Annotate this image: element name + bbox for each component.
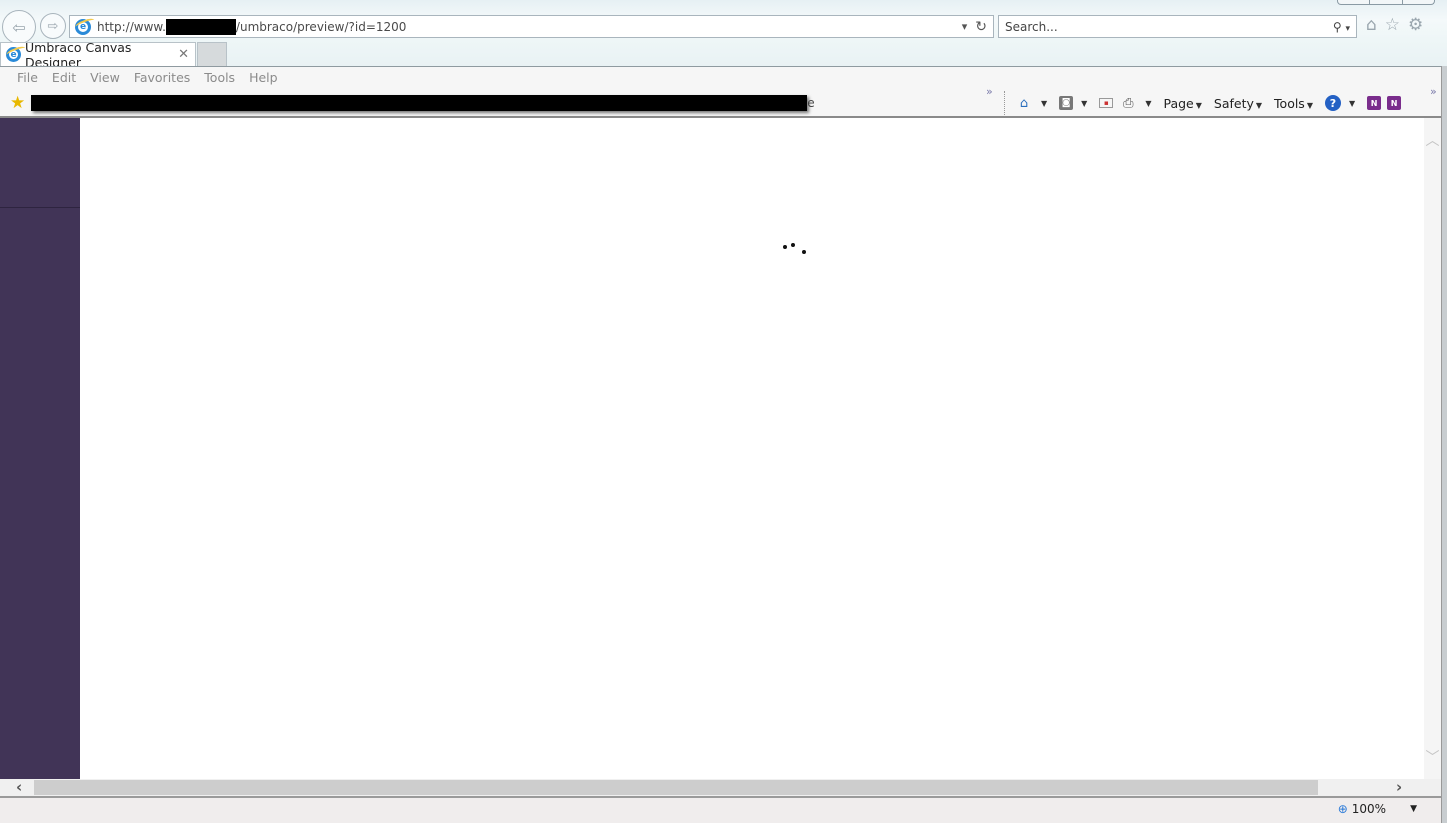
menu-help[interactable]: Help: [242, 70, 285, 85]
chevron-down-icon: ▼: [1255, 100, 1263, 110]
window-controls: [1337, 0, 1435, 5]
safety-menu[interactable]: Safety ▼: [1214, 96, 1268, 111]
favorites-overflow-icon[interactable]: »: [986, 85, 993, 98]
ie-page-icon: e: [75, 18, 91, 35]
loading-spinner: [782, 243, 808, 255]
menu-file[interactable]: File: [10, 70, 45, 85]
zoom-icon: ⊕: [1337, 802, 1348, 816]
address-prefix: http://www.: [97, 19, 166, 34]
zoom-level: 100%: [1351, 802, 1387, 816]
horizontal-scroll-thumb[interactable]: [34, 780, 1318, 795]
add-favorite-star-icon[interactable]: ★: [10, 93, 25, 113]
page-menu[interactable]: Page ▼: [1163, 96, 1207, 111]
scroll-up-icon[interactable]: ︿: [1424, 130, 1441, 150]
status-bar: ⊕ 100% ▼: [0, 796, 1441, 823]
read-mail-icon[interactable]: ▪: [1099, 98, 1114, 108]
menu-view[interactable]: View: [83, 70, 127, 85]
command-overflow-icon[interactable]: »: [1430, 85, 1437, 98]
spinner-dot: [802, 250, 806, 254]
horizontal-scrollbar[interactable]: ‹ ›: [0, 778, 1441, 796]
scroll-left-icon[interactable]: ‹: [16, 778, 22, 796]
print-dropdown-icon[interactable]: ▼: [1145, 99, 1151, 108]
refresh-icon[interactable]: ↻: [975, 19, 987, 35]
help-dropdown-icon[interactable]: ▼: [1349, 99, 1355, 108]
ie-tab-icon: e: [6, 47, 21, 62]
vertical-scrollbar[interactable]: ︿ ﹀: [1424, 118, 1441, 779]
tools-menu-label: Tools: [1274, 95, 1305, 111]
star-icon[interactable]: ☆: [1385, 15, 1400, 35]
toolbar-area: File Edit View Favorites Tools Help ★ e …: [0, 66, 1447, 118]
canvas-designer-sidebar: [0, 118, 80, 779]
home-dropdown-icon[interactable]: ▼: [1041, 99, 1047, 108]
tab-umbraco-canvas-designer[interactable]: e Umbraco Canvas Designer ✕: [0, 40, 196, 70]
redacted-domain: [165, 18, 236, 35]
close-tab-icon[interactable]: ✕: [178, 47, 189, 62]
redacted-favorites: [31, 95, 808, 111]
forward-button[interactable]: ⇨: [40, 13, 66, 39]
page-viewport: [0, 118, 1424, 779]
chevron-down-icon: ▼: [1195, 100, 1202, 110]
zoom-control[interactable]: ⊕ 100% ▼: [1338, 802, 1417, 816]
browser-chrome: ⇦ ⇨ e http://www. /umbraco/preview/?id=1…: [0, 0, 1447, 70]
spinner-dot: [791, 243, 795, 247]
search-input[interactable]: Search...: [1005, 20, 1058, 34]
new-tab-button[interactable]: [197, 42, 227, 66]
maximize-button[interactable]: [1370, 0, 1403, 4]
menu-tools[interactable]: Tools: [197, 70, 242, 85]
address-dropdown-icon[interactable]: ▾: [962, 20, 968, 33]
back-arrow-icon: ⇦: [12, 17, 26, 37]
rss-feed-icon[interactable]: ◙: [1059, 96, 1074, 110]
gear-icon[interactable]: ⚙: [1408, 15, 1423, 35]
window-border: [1441, 66, 1447, 823]
search-box[interactable]: Search... ⚲ ▾: [998, 15, 1357, 38]
menu-edit[interactable]: Edit: [45, 70, 83, 85]
scroll-right-icon[interactable]: ›: [1396, 778, 1402, 796]
address-suffix: /umbraco/preview/?id=1200: [235, 19, 407, 34]
search-dropdown-icon[interactable]: ▾: [1345, 24, 1350, 34]
page-menu-label: Page: [1163, 95, 1194, 111]
tools-menu[interactable]: Tools ▼: [1274, 96, 1319, 111]
linked-onenote-icon[interactable]: N: [1387, 96, 1402, 110]
tab-title: Umbraco Canvas Designer: [25, 39, 132, 70]
scroll-down-icon[interactable]: ﹀: [1424, 747, 1441, 767]
sidebar-divider: [0, 207, 80, 208]
safety-menu-label: Safety: [1213, 95, 1254, 111]
close-window-button[interactable]: [1403, 0, 1434, 4]
help-icon[interactable]: ?: [1324, 95, 1341, 111]
send-to-onenote-icon[interactable]: N: [1367, 96, 1382, 110]
home-icon[interactable]: ⌂: [1366, 15, 1377, 35]
home-icon[interactable]: ⌂: [1015, 94, 1033, 112]
menu-bar: File Edit View Favorites Tools Help: [10, 70, 285, 85]
favorites-tail-text: e: [807, 96, 815, 110]
chevron-down-icon: ▼: [1306, 100, 1313, 110]
rss-dropdown-icon[interactable]: ▼: [1081, 99, 1087, 108]
spinner-dot: [783, 245, 787, 249]
print-icon[interactable]: ⎙: [1119, 94, 1137, 112]
minimize-button[interactable]: [1338, 0, 1371, 4]
forward-arrow-icon: ⇨: [47, 18, 59, 34]
zoom-dropdown-icon[interactable]: ▼: [1410, 804, 1417, 814]
address-bar[interactable]: e http://www. /umbraco/preview/?id=1200 …: [69, 15, 994, 38]
command-bar: ⌂ ▼ ◙ ▼ ▪ ⎙ ▼ Page ▼ Safety ▼ Tools ▼ ? ▼ N N: [1004, 91, 1402, 115]
search-icon[interactable]: ⚲: [1333, 20, 1342, 34]
menu-favorites[interactable]: Favorites: [127, 70, 197, 85]
